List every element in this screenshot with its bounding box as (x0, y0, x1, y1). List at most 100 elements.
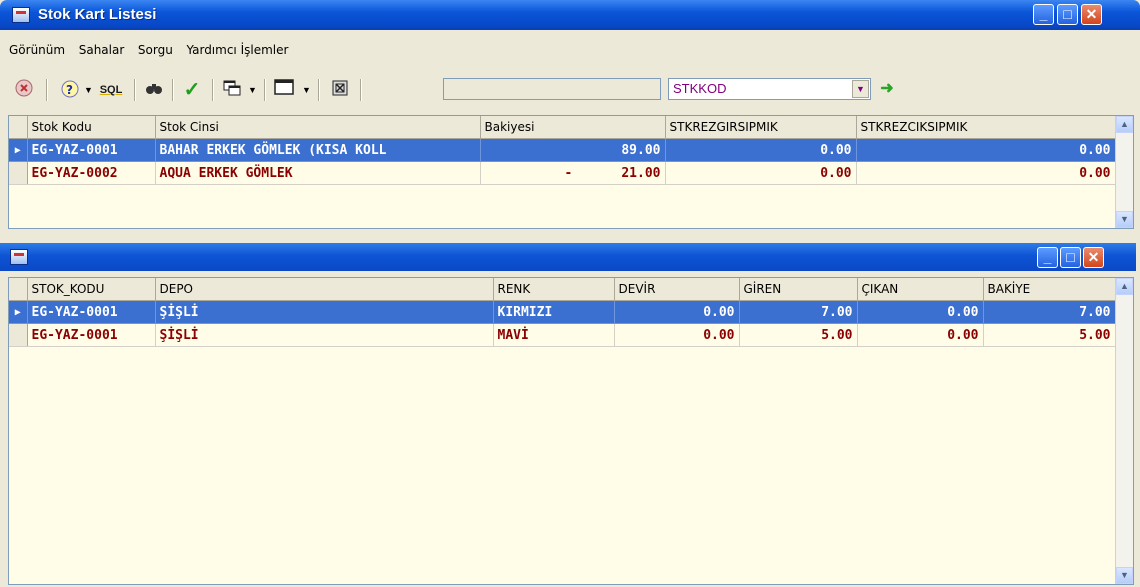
minimize-button[interactable]: _ (1033, 4, 1054, 25)
column-header[interactable]: RENK (493, 278, 615, 301)
table-row[interactable]: ▶ EG-YAZ-0001 ŞİŞLİ KIRMIZI 0.00 7.00 0.… (9, 300, 1116, 324)
stok-cinsi-cell[interactable]: BAHAR ERKEK GÖMLEK (KISA KOLL (155, 138, 481, 162)
bakiye-cell[interactable]: 5.00 (983, 323, 1116, 347)
table-header: STOK_KODU DEPO RENK DEVİR GİREN ÇIKAN BA… (9, 278, 1116, 301)
stok-kodu-cell[interactable]: EG-YAZ-0001 (27, 138, 156, 162)
menu-yardimci-islemler[interactable]: Yardımcı İşlemler (181, 40, 293, 60)
stok-kodu-cell[interactable]: EG-YAZ-0001 (27, 300, 156, 324)
depo-grid: STOK_KODU DEPO RENK DEVİR GİREN ÇIKAN BA… (8, 277, 1134, 585)
green-arrow-icon[interactable]: ➜ (876, 78, 898, 100)
depo-cell[interactable]: ŞİŞLİ (155, 323, 494, 347)
column-header[interactable]: BAKİYE (983, 278, 1116, 301)
toolbar: ? ▼ SQL ✓ ▼ ▼ STKKOD ▼ ➜ (6, 73, 1134, 107)
bakiyesi-cell[interactable]: 89.00 (480, 138, 666, 162)
row-indicator-icon: ▶ (9, 138, 28, 162)
toolbar-separator (134, 79, 136, 101)
bakiyesi-cell[interactable]: -21.00 (480, 161, 666, 185)
row-indicator-header (9, 116, 28, 139)
column-header[interactable]: STOK_KODU (27, 278, 156, 301)
stok-grid: Stok Kodu Stok Cinsi Bakiyesi STKREZGIRS… (8, 115, 1134, 229)
main-titlebar[interactable]: Stok Kart Listesi _ □ ✕ (0, 0, 1140, 30)
table-row[interactable]: EG-YAZ-0002 AQUA ERKEK GÖMLEK -21.00 0.0… (9, 161, 1116, 185)
sub-app-icon (10, 249, 28, 265)
rez-cik-cell[interactable]: 0.00 (856, 138, 1116, 162)
scroll-down-icon[interactable]: ▼ (1116, 211, 1133, 228)
rez-gir-cell[interactable]: 0.00 (665, 138, 857, 162)
sql-button[interactable]: SQL (94, 78, 128, 102)
window-layout-icon[interactable] (272, 78, 296, 102)
scroll-up-icon[interactable]: ▲ (1116, 278, 1133, 295)
stop-icon[interactable] (12, 78, 36, 102)
depo-table: STOK_KODU DEPO RENK DEVİR GİREN ÇIKAN BA… (9, 278, 1116, 347)
menu-sahalar[interactable]: Sahalar (74, 40, 130, 60)
toolbar-separator (360, 79, 362, 101)
column-header[interactable]: Bakiyesi (480, 116, 666, 139)
field-select[interactable]: STKKOD ▼ (668, 78, 871, 100)
table-row[interactable]: EG-YAZ-0001 ŞİŞLİ MAVİ 0.00 5.00 0.00 5.… (9, 323, 1116, 347)
menu-sorgu[interactable]: Sorgu (133, 40, 178, 60)
window-title: Stok Kart Listesi (38, 6, 157, 23)
scroll-up-icon[interactable]: ▲ (1116, 116, 1133, 133)
vertical-scrollbar[interactable]: ▲ ▼ (1115, 116, 1133, 228)
toolbar-separator (46, 79, 48, 101)
bakiye-cell[interactable]: 7.00 (983, 300, 1116, 324)
stok-table: Stok Kodu Stok Cinsi Bakiyesi STKREZGIRS… (9, 116, 1116, 185)
negative-sign: - (564, 165, 573, 181)
scroll-down-icon[interactable]: ▼ (1116, 567, 1133, 584)
menu-bar: Görünüm Sahalar Sorgu Yardımcı İşlemler (4, 40, 1136, 66)
vertical-scrollbar[interactable]: ▲ ▼ (1115, 278, 1133, 584)
rez-cik-cell[interactable]: 0.00 (856, 161, 1116, 185)
renk-cell[interactable]: MAVİ (493, 323, 615, 347)
column-header[interactable]: STKREZGIRSIPMIK (665, 116, 857, 139)
copy-windows-icon[interactable] (220, 78, 244, 102)
table-header: Stok Kodu Stok Cinsi Bakiyesi STKREZGIRS… (9, 116, 1116, 139)
column-header[interactable]: STKREZCIKSIPMIK (856, 116, 1116, 139)
stok-kodu-cell[interactable]: EG-YAZ-0001 (27, 323, 156, 347)
cikan-cell[interactable]: 0.00 (857, 300, 984, 324)
toolbar-separator (264, 79, 266, 101)
menu-gorunum[interactable]: Görünüm (4, 40, 70, 60)
stok-cinsi-cell[interactable]: AQUA ERKEK GÖMLEK (155, 161, 481, 185)
column-header[interactable]: ÇIKAN (857, 278, 984, 301)
column-header[interactable]: Stok Kodu (27, 116, 156, 139)
copy-dropdown-arrow[interactable]: ▼ (248, 85, 257, 95)
column-header[interactable]: GİREN (739, 278, 858, 301)
renk-cell[interactable]: KIRMIZI (493, 300, 615, 324)
export-icon[interactable] (328, 78, 352, 102)
giren-cell[interactable]: 7.00 (739, 300, 858, 324)
help-icon[interactable]: ? (58, 78, 82, 102)
sub-titlebar[interactable]: _ □ ✕ (0, 243, 1136, 271)
stok-kart-listesi-window: Stok Kart Listesi _ □ ✕ Görünüm Sahalar … (0, 0, 1140, 238)
table-row[interactable]: ▶ EG-YAZ-0001 BAHAR ERKEK GÖMLEK (KISA K… (9, 138, 1116, 162)
row-indicator (9, 323, 28, 347)
column-header[interactable]: DEVİR (614, 278, 740, 301)
giren-cell[interactable]: 5.00 (739, 323, 858, 347)
cikan-cell[interactable]: 0.00 (857, 323, 984, 347)
close-button[interactable]: ✕ (1081, 4, 1102, 25)
devir-cell[interactable]: 0.00 (614, 300, 740, 324)
devir-cell[interactable]: 0.00 (614, 323, 740, 347)
row-indicator-icon: ▶ (9, 300, 28, 324)
column-header[interactable]: Stok Cinsi (155, 116, 481, 139)
toolbar-separator (212, 79, 214, 101)
filter-input[interactable] (443, 78, 661, 100)
check-icon[interactable]: ✓ (180, 78, 204, 102)
sub-maximize-button[interactable]: □ (1060, 247, 1081, 268)
maximize-button[interactable]: □ (1057, 4, 1078, 25)
column-header[interactable]: DEPO (155, 278, 494, 301)
app-icon (12, 7, 30, 23)
row-indicator-header (9, 278, 28, 301)
svg-text:?: ? (66, 83, 73, 97)
rez-gir-cell[interactable]: 0.00 (665, 161, 857, 185)
row-indicator (9, 161, 28, 185)
sub-minimize-button[interactable]: _ (1037, 247, 1058, 268)
toolbar-separator (318, 79, 320, 101)
chevron-down-icon[interactable]: ▼ (852, 80, 869, 98)
layout-dropdown-arrow[interactable]: ▼ (302, 85, 311, 95)
depo-cell[interactable]: ŞİŞLİ (155, 300, 494, 324)
help-dropdown-arrow[interactable]: ▼ (84, 85, 93, 95)
sub-close-button[interactable]: ✕ (1083, 247, 1104, 268)
stok-kodu-cell[interactable]: EG-YAZ-0002 (27, 161, 156, 185)
depo-detail-window: _ □ ✕ STOK_KODU DEPO RENK DEVİR GİREN ÇI… (0, 243, 1136, 587)
binoculars-icon[interactable] (142, 78, 166, 102)
